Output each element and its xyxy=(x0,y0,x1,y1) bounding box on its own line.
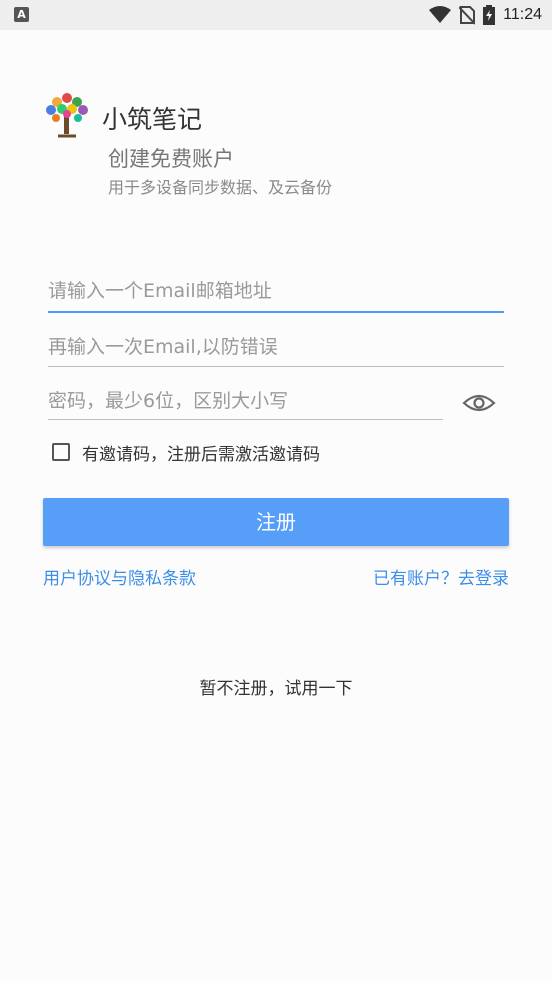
email-confirm-underline xyxy=(48,366,504,367)
page-subtitle: 创建免费账户 xyxy=(108,147,234,171)
tree-logo-icon xyxy=(46,93,88,138)
email-confirm-field-wrapper xyxy=(48,336,504,367)
clock: 11:24 xyxy=(503,6,542,23)
trial-link[interactable]: 暂不注册，试用一下 xyxy=(0,674,552,699)
email-underline xyxy=(48,311,504,313)
invite-code-label: 有邀请码，注册后需激活邀请码 xyxy=(82,444,320,465)
password-field-wrapper xyxy=(48,390,443,420)
password-underline xyxy=(48,419,443,420)
status-icons: 11:24 xyxy=(429,4,542,26)
notification-icon: A xyxy=(14,7,29,22)
terms-link[interactable]: 用户协议与隐私条款 xyxy=(43,564,196,589)
battery-icon xyxy=(483,5,496,25)
login-link[interactable]: 已有账户？去登录 xyxy=(373,564,509,589)
register-button[interactable]: 注册 xyxy=(43,498,509,546)
email-field-wrapper xyxy=(48,280,504,313)
invite-code-checkbox[interactable] xyxy=(52,443,70,461)
app-name: 小筑笔记 xyxy=(102,105,203,134)
email-confirm-field[interactable] xyxy=(48,336,504,358)
email-field[interactable] xyxy=(48,280,504,302)
invite-code-option[interactable]: 有邀请码，注册后需激活邀请码 xyxy=(52,440,320,465)
password-field[interactable] xyxy=(48,390,443,412)
wifi-icon xyxy=(429,6,452,23)
status-bar: A 11:24 xyxy=(0,0,552,30)
eye-icon[interactable] xyxy=(462,389,496,417)
page-description: 用于多设备同步数据、及云备份 xyxy=(108,178,333,197)
no-sim-icon xyxy=(459,6,476,25)
